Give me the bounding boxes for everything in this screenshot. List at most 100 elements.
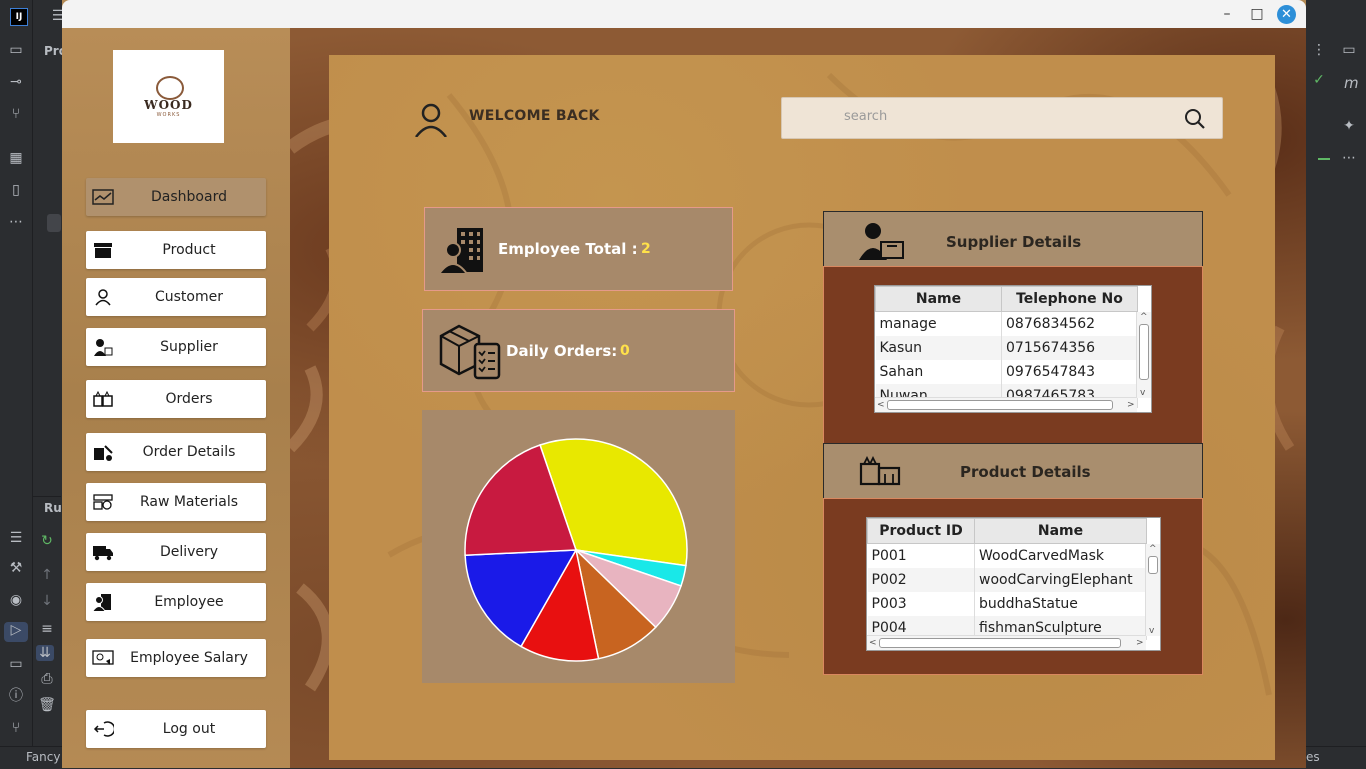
run-icon[interactable]: ▷ [4, 622, 28, 642]
nav-employee[interactable]: Employee [86, 583, 266, 621]
col-name[interactable]: Name [875, 286, 1002, 312]
bookmark-icon[interactable]: ▯ [7, 182, 25, 198]
nav-delivery[interactable]: Delivery [86, 533, 266, 571]
scroll-end-icon[interactable]: ⇊ [36, 645, 54, 661]
down-icon[interactable]: ↓ [38, 593, 56, 609]
nav-product[interactable]: Product [86, 231, 266, 269]
scroll-left-icon[interactable]: < [869, 638, 877, 648]
app-logo: WOOD WORKS [113, 50, 224, 143]
scroll-thumb[interactable] [1139, 324, 1149, 380]
cell-name: woodCarvingElephant [974, 568, 1147, 592]
cell-id: P001 [867, 543, 975, 568]
pie-chart [464, 438, 688, 662]
kebab-icon[interactable]: ⋮ [1310, 42, 1328, 58]
nav-orders[interactable]: Orders [86, 380, 266, 418]
problems-icon[interactable]: ⓘ [7, 688, 25, 704]
print-icon[interactable]: ⎙ [38, 671, 56, 687]
rerun-icon[interactable]: ↻ [38, 533, 56, 549]
green-line [1318, 158, 1330, 160]
table-row[interactable]: P001 WoodCarvedMask [867, 543, 1147, 568]
col-product-id[interactable]: Product ID [867, 518, 975, 544]
supplier-vscroll[interactable]: ^ v [1136, 312, 1151, 398]
search-icon[interactable] [1184, 108, 1206, 130]
chart-icon [92, 189, 114, 205]
window-titlebar: – □ ✕ [62, 0, 1306, 28]
scroll-left-icon[interactable]: < [877, 400, 885, 410]
status-right[interactable]: es [1306, 750, 1320, 764]
app-window: – □ ✕ WOOD WORKS Dashboard Product Custo… [62, 0, 1306, 768]
trash-icon[interactable]: 🗑 [38, 697, 56, 713]
scroll-up-icon[interactable]: ^ [1149, 544, 1157, 554]
nav-customer-label: Customer [154, 289, 223, 305]
logout-button[interactable]: Log out [86, 710, 266, 748]
wrap-icon[interactable]: ≡ [38, 621, 56, 637]
product-hscroll[interactable]: < > [867, 635, 1146, 650]
scroll-right-icon[interactable]: > [1136, 638, 1144, 648]
more-right-icon[interactable]: ⋯ [1340, 150, 1358, 166]
ide-right-toolbar: ⋮ ✓ ✦ ⋯ ▭ m [1306, 32, 1366, 746]
user-icon [95, 289, 111, 306]
cell-id: P003 [867, 592, 975, 616]
maximize-button[interactable]: □ [1246, 4, 1268, 24]
table-row[interactable]: Kasun 0715674356 [875, 336, 1138, 360]
folder-icon[interactable]: ▭ [7, 42, 25, 58]
col-telephone[interactable]: Telephone No [1001, 286, 1138, 312]
scroll-up-icon[interactable]: ^ [1140, 312, 1148, 322]
scroll-thumb[interactable] [879, 638, 1121, 648]
table-row[interactable]: Sahan 0976547843 [875, 360, 1138, 384]
nav-supplier[interactable]: Supplier [86, 328, 266, 366]
supplier-header-icon [859, 223, 904, 260]
table-row[interactable]: P002 woodCarvingElephant [867, 568, 1147, 592]
git-icon[interactable]: ⑂ [7, 720, 25, 736]
cell-name: buddhaStatue [974, 592, 1147, 616]
nav-dashboard[interactable]: Dashboard [86, 178, 266, 216]
product-vscroll[interactable]: ^ v [1145, 544, 1160, 636]
notifications-icon[interactable]: ▭ [1340, 42, 1358, 58]
employee-total-card: Employee Total : 2 [424, 207, 733, 291]
up-icon[interactable]: ↑ [38, 567, 56, 583]
services-icon[interactable]: ◉ [7, 592, 25, 608]
order-details-icon [94, 445, 113, 461]
more-icon[interactable]: ⋯ [7, 214, 25, 230]
scroll-down-icon[interactable]: v [1149, 626, 1154, 636]
structure-icon[interactable]: ▦ [7, 150, 25, 166]
scroll-down-icon[interactable]: v [1140, 388, 1145, 398]
scroll-right-icon[interactable]: > [1127, 400, 1135, 410]
scroll-thumb[interactable] [1148, 556, 1158, 574]
table-row[interactable]: manage 0876834562 [875, 311, 1138, 336]
commit-icon[interactable]: ⊸ [7, 74, 25, 90]
pie-chart-panel [422, 410, 735, 683]
status-left[interactable]: Fancy [26, 750, 60, 764]
nav-employee-salary[interactable]: Employee Salary [86, 639, 266, 677]
logout-label: Log out [162, 721, 216, 737]
m-label[interactable]: m [1344, 74, 1359, 92]
nav-raw-materials[interactable]: Raw Materials [86, 483, 266, 521]
search-input[interactable] [842, 108, 1146, 125]
build-icon[interactable]: ⚒ [7, 560, 25, 576]
panel-scrollbar[interactable] [47, 214, 61, 232]
minimize-button[interactable]: – [1216, 4, 1238, 24]
table-row[interactable]: P003 buddhaStatue [867, 592, 1147, 616]
col-product-name[interactable]: Name [974, 518, 1147, 544]
supplier-hscroll[interactable]: < > [875, 397, 1137, 412]
supplier-table: Name Telephone No manage 0876834562 Kasun… [874, 285, 1152, 413]
ai-icon[interactable]: ✦ [1340, 118, 1358, 134]
truck-icon [93, 546, 113, 561]
ide-logo-icon: IJ [10, 8, 28, 26]
employee-building-icon [439, 228, 483, 274]
scroll-thumb[interactable] [887, 400, 1113, 410]
supplier-header-row: Name Telephone No [875, 286, 1138, 312]
nav-supplier-label: Supplier [160, 339, 218, 355]
logo-text: WOOD [144, 98, 193, 112]
todo-icon[interactable]: ☰ [7, 530, 25, 546]
pull-request-icon[interactable]: ⑂ [7, 106, 25, 122]
ide-project-panel: Pro ☰ [33, 8, 67, 496]
terminal-icon[interactable]: ▭ [7, 656, 25, 672]
nav-order-details[interactable]: Order Details [86, 433, 266, 471]
nav-customer[interactable]: Customer [86, 278, 266, 316]
nav-order-details-label: Order Details [142, 444, 236, 460]
cell-name: Kasun [875, 336, 1002, 360]
close-button[interactable]: ✕ [1277, 5, 1296, 24]
product-title: Product Details [960, 463, 1091, 481]
cell-phone: 0715674356 [1001, 336, 1138, 360]
